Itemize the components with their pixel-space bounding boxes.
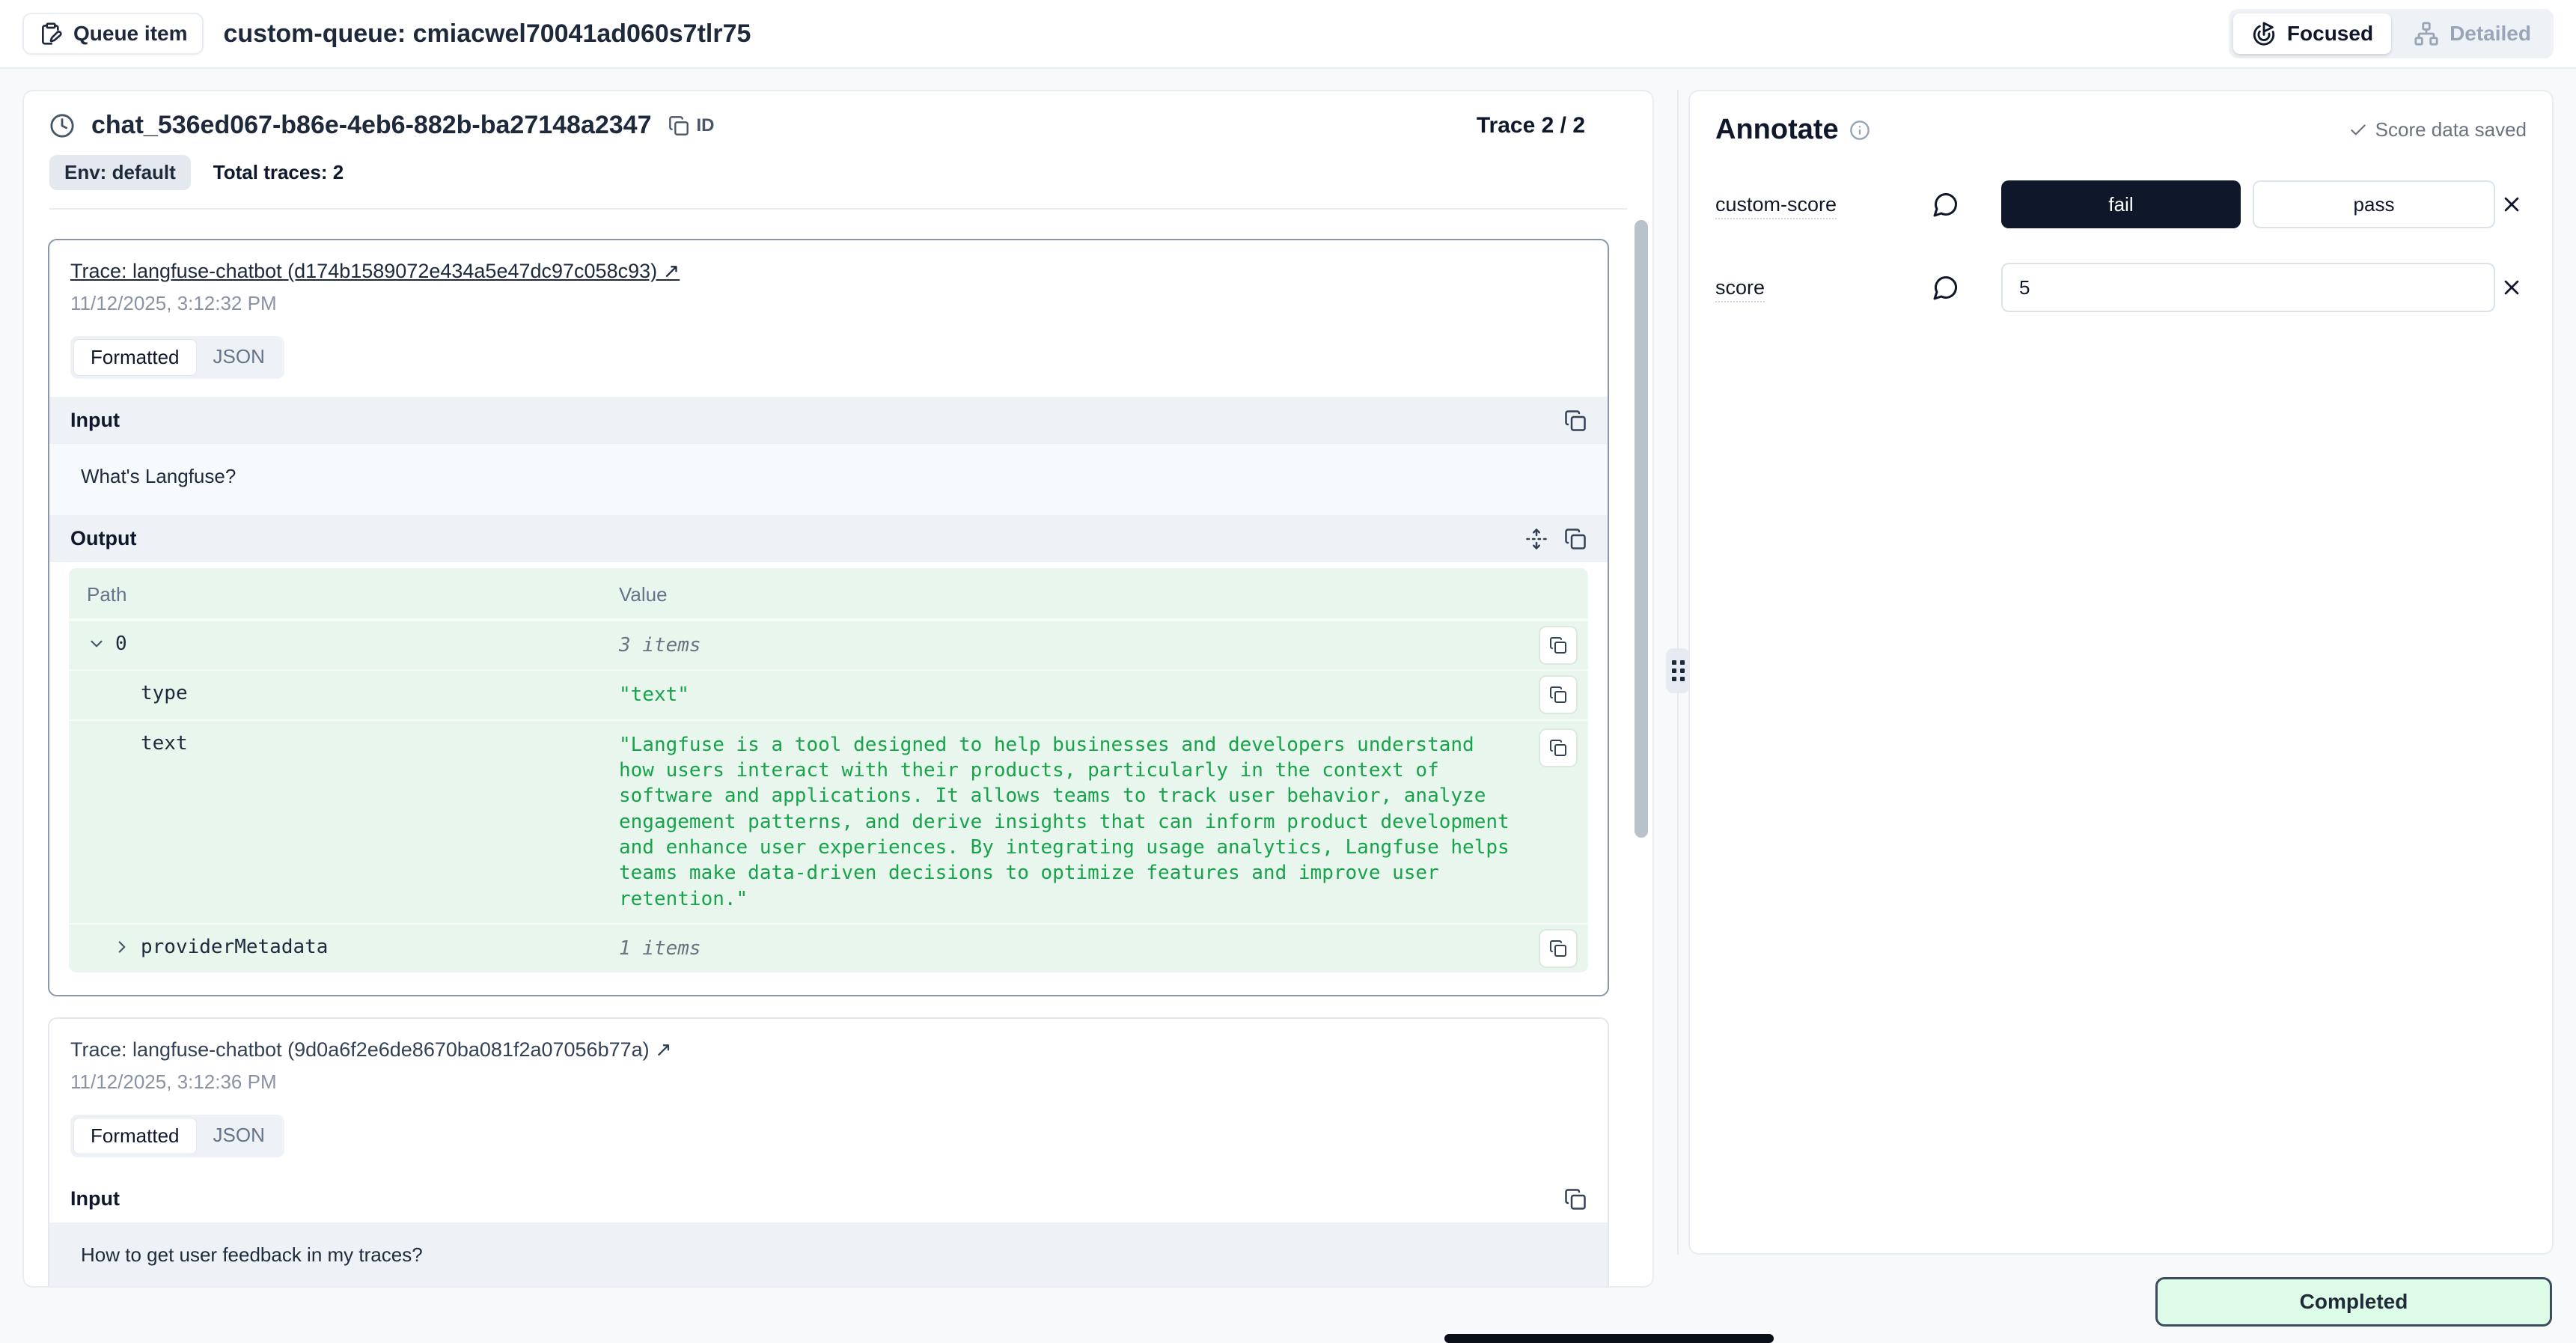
trace-1-input-text: What's Langfuse? — [49, 444, 1608, 515]
goal-icon — [2251, 21, 2277, 46]
page-title: custom-queue: cmiacwel70041ad060s7tlr75 — [223, 19, 751, 49]
row-key: providerMetadata — [141, 936, 328, 958]
traces-panel-header: chat_536ed067-b86e-4eb6-882b-ba27148a234… — [24, 91, 1652, 210]
trace-2-input-header: Input — [49, 1175, 1608, 1222]
total-traces-label: Total traces: 2 — [213, 161, 344, 184]
env-badge: Env: default — [49, 155, 191, 190]
trace-2-format-tabs: Formatted JSON — [70, 1115, 284, 1157]
score-option-pass-button[interactable]: pass — [2253, 180, 2495, 228]
queue-item-screen: Queue item custom-queue: cmiacwel70041ad… — [0, 0, 2576, 1343]
score-name-label: custom-score — [1715, 193, 1932, 216]
path-column-header: Path — [69, 583, 619, 606]
row-key: 0 — [115, 633, 127, 655]
queue-item-badge: Queue item — [22, 13, 204, 55]
queue-item-id-title: chat_536ed067-b86e-4eb6-882b-ba27148a234… — [91, 111, 652, 140]
traces-scrollbar[interactable] — [1635, 213, 1648, 1280]
queue-item-badge-label: Queue item — [73, 22, 187, 46]
copy-id-button[interactable]: ID — [668, 115, 715, 136]
trace-card-1: Trace: langfuse-chatbot (d174b1589072e43… — [48, 239, 1609, 996]
trace-1-input-header: Input — [49, 397, 1608, 444]
trace-1-output-table: Path Value 0 3 items — [69, 568, 1588, 972]
clock-icon — [49, 113, 75, 138]
clipboard-pen-icon — [39, 22, 63, 46]
delete-score-button[interactable] — [2497, 272, 2527, 302]
copy-row-button[interactable] — [1539, 728, 1578, 767]
network-icon — [2414, 21, 2439, 46]
input-title: Input — [70, 1187, 120, 1210]
score-value-input[interactable] — [2001, 263, 2495, 312]
row-key: text — [141, 732, 188, 755]
trace-1-timestamp: 11/12/2025, 3:12:32 PM — [70, 292, 1587, 315]
traces-scroll-area[interactable]: Trace: langfuse-chatbot (d174b1589072e43… — [24, 209, 1652, 1286]
panel-resize-handle[interactable] — [1666, 648, 1690, 693]
annotate-title: Annotate — [1715, 114, 1839, 146]
view-mode-toggle: Focused Detailed — [2229, 9, 2554, 58]
score-saved-status: Score data saved — [2348, 118, 2527, 141]
copy-input-button[interactable] — [1564, 409, 1587, 432]
detailed-view-button[interactable]: Detailed — [2396, 13, 2549, 54]
copy-input-button[interactable] — [1564, 1188, 1587, 1210]
trace-1-output-header: Output — [49, 515, 1608, 562]
grip-dots-icon — [1672, 660, 1685, 681]
copy-row-button[interactable] — [1539, 626, 1578, 665]
table-row[interactable]: providerMetadata 1 items — [69, 923, 1588, 972]
score-name-label: score — [1715, 276, 1932, 299]
trace-1-format-tabs: Formatted JSON — [70, 336, 284, 379]
row-value: "text" — [619, 682, 1588, 707]
row-key: type — [141, 682, 188, 704]
trace-card-2: Trace: langfuse-chatbot (9d0a6f2e6de8670… — [48, 1017, 1609, 1286]
row-value: 1 items — [619, 936, 1588, 961]
annotate-panel: Annotate Score data saved custom-score f… — [1688, 90, 2554, 1255]
detailed-view-label: Detailed — [2450, 22, 2531, 46]
id-chip-label: ID — [697, 115, 715, 136]
score-option-fail-button[interactable]: fail — [2001, 180, 2241, 228]
score-saved-label: Score data saved — [2375, 118, 2527, 141]
value-column-header: Value — [619, 583, 668, 606]
trace-2-link[interactable]: Trace: langfuse-chatbot (9d0a6f2e6de8670… — [70, 1038, 672, 1061]
check-icon — [2348, 121, 2368, 140]
top-bar: Queue item custom-queue: cmiacwel70041ad… — [0, 0, 2576, 69]
focused-view-label: Focused — [2287, 22, 2373, 46]
chevron-down-icon[interactable] — [87, 634, 106, 654]
tab-json[interactable]: JSON — [197, 1118, 281, 1154]
table-row[interactable]: 0 3 items — [69, 620, 1588, 669]
copy-output-button[interactable] — [1564, 528, 1587, 550]
trace-2-input-text: How to get user feedback in my traces? — [49, 1222, 1608, 1286]
output-title: Output — [70, 527, 136, 550]
score-row-score: score — [1715, 263, 2527, 312]
tab-formatted[interactable]: Formatted — [73, 339, 197, 376]
input-title: Input — [70, 409, 120, 432]
focused-view-button[interactable]: Focused — [2233, 13, 2391, 54]
trace-2-timestamp: 11/12/2025, 3:12:36 PM — [70, 1071, 1587, 1094]
completed-button[interactable]: Completed — [2155, 1277, 2552, 1327]
comment-icon[interactable] — [1932, 191, 1971, 218]
copy-row-button[interactable] — [1539, 929, 1578, 968]
table-row[interactable]: text "Langfuse is a tool designed to hel… — [69, 719, 1588, 923]
traces-scrollbar-thumb[interactable] — [1635, 220, 1648, 838]
info-icon[interactable] — [1849, 120, 1870, 141]
expand-output-button[interactable] — [1525, 528, 1548, 550]
tab-formatted[interactable]: Formatted — [73, 1118, 197, 1154]
trace-counter: Trace 2 / 2 — [1477, 113, 1585, 138]
table-row[interactable]: type "text" — [69, 669, 1588, 719]
row-value: "Langfuse is a tool designed to help bus… — [619, 732, 1588, 912]
chevron-right-icon[interactable] — [112, 937, 132, 957]
copy-icon — [668, 115, 689, 136]
tab-json[interactable]: JSON — [197, 339, 281, 376]
score-row-custom-score: custom-score fail pass — [1715, 180, 2527, 228]
output-table-header: Path Value — [69, 568, 1588, 620]
traces-panel: chat_536ed067-b86e-4eb6-882b-ba27148a234… — [22, 90, 1654, 1288]
copy-row-button[interactable] — [1539, 675, 1578, 714]
horizontal-scrollbar-thumb[interactable] — [1444, 1334, 1774, 1343]
delete-score-button[interactable] — [2497, 189, 2527, 219]
comment-icon[interactable] — [1932, 274, 1971, 301]
trace-1-link[interactable]: Trace: langfuse-chatbot (d174b1589072e43… — [70, 260, 680, 282]
row-value: 3 items — [619, 633, 1588, 658]
